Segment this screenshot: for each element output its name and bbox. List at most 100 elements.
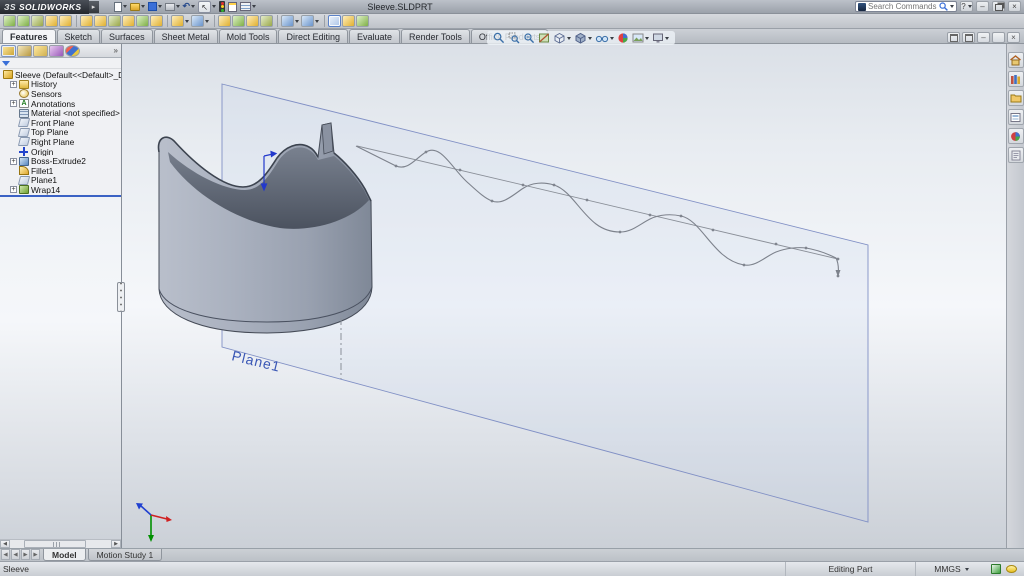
window-icon-1[interactable]	[947, 32, 960, 43]
panel-splitter-handle[interactable]	[117, 282, 125, 312]
fillet-icon[interactable]	[171, 15, 184, 27]
tab-direct-editing[interactable]: Direct Editing	[278, 29, 348, 43]
print-icon[interactable]	[164, 0, 181, 13]
tab-motion-study-1[interactable]: Motion Study 1	[88, 549, 163, 561]
minimize-button[interactable]: –	[976, 1, 989, 12]
linear-pattern-icon[interactable]	[191, 15, 204, 27]
file-explorer-icon[interactable]	[1008, 90, 1024, 106]
tab-sheet-metal[interactable]: Sheet Metal	[154, 29, 218, 43]
boundary-boss-base-icon[interactable]	[59, 15, 72, 27]
file-properties-icon[interactable]	[227, 0, 238, 13]
expand-icon[interactable]: +	[10, 158, 17, 165]
next-tab-icon[interactable]: ▶	[21, 549, 30, 560]
prev-tab-icon[interactable]: ◀	[11, 549, 20, 560]
tab-features[interactable]: Features	[2, 29, 56, 43]
tree-item-origin[interactable]: Origin	[0, 147, 121, 157]
search-commands-box[interactable]	[855, 1, 957, 12]
zoom-to-area-icon[interactable]	[507, 32, 521, 44]
shell-icon[interactable]	[246, 15, 259, 27]
tree-item-front-plane[interactable]: Front Plane	[0, 118, 121, 128]
search-icon[interactable]	[939, 2, 948, 11]
curves-icon[interactable]	[301, 15, 314, 27]
select-icon[interactable]: ↖	[197, 0, 217, 13]
lofted-cut-icon[interactable]	[136, 15, 149, 27]
menu-flyout-arrow-icon[interactable]: ▸	[89, 1, 99, 13]
edit-appearance-icon[interactable]	[616, 32, 630, 44]
tab-evaluate[interactable]: Evaluate	[349, 29, 400, 43]
draft-icon[interactable]	[232, 15, 245, 27]
tree-item-sensors[interactable]: Sensors	[0, 89, 121, 99]
doc-restore-icon[interactable]	[992, 32, 1005, 43]
display-style-icon[interactable]	[573, 32, 593, 44]
expand-icon[interactable]: +	[10, 81, 17, 88]
tree-item-plane1[interactable]: Plane1	[0, 176, 121, 186]
instant3d-icon[interactable]	[328, 15, 341, 27]
expand-icon[interactable]: +	[10, 100, 17, 107]
tag-icon[interactable]	[991, 564, 1001, 574]
help-button[interactable]: ?	[960, 1, 973, 12]
scroll-right-icon[interactable]: ▶	[111, 540, 121, 548]
window-icon-2[interactable]	[962, 32, 975, 43]
extruded-cut-icon[interactable]	[80, 15, 93, 27]
tab-surfaces[interactable]: Surfaces	[101, 29, 153, 43]
zoom-to-fit-icon[interactable]	[492, 32, 506, 44]
tree-item-fillet1[interactable]: Fillet1	[0, 166, 121, 176]
quick-tips-icon[interactable]	[1006, 565, 1017, 573]
tab-sketch[interactable]: Sketch	[57, 29, 101, 43]
revolved-boss-base-icon[interactable]	[17, 15, 30, 27]
graphics-viewport[interactable]: Plane1	[122, 44, 1006, 548]
lofted-boss-base-icon[interactable]	[45, 15, 58, 27]
reference-geometry-icon[interactable]	[281, 15, 294, 27]
tree-item-right-plane[interactable]: Right Plane	[0, 137, 121, 147]
options-icon[interactable]	[239, 0, 257, 13]
tool-22-icon[interactable]	[356, 15, 369, 27]
search-input[interactable]	[868, 2, 937, 11]
tree-item-boss-extrude2[interactable]: +Boss-Extrude2	[0, 156, 121, 166]
magnified-selection-icon[interactable]	[522, 32, 536, 44]
configurationmanager-icon[interactable]	[33, 45, 48, 57]
tab-mold-tools[interactable]: Mold Tools	[219, 29, 278, 43]
swept-cut-icon[interactable]	[122, 15, 135, 27]
view-orientation-icon[interactable]	[552, 32, 572, 44]
open-icon[interactable]	[129, 0, 146, 13]
view-settings-icon[interactable]	[651, 32, 670, 44]
scrollbar-thumb[interactable]	[24, 540, 86, 548]
tree-item-history[interactable]: +History	[0, 80, 121, 90]
scrollbar-track[interactable]	[10, 540, 111, 548]
filter-icon[interactable]	[2, 61, 10, 66]
new-document-icon[interactable]	[113, 0, 128, 13]
extruded-boss-base-icon[interactable]	[3, 15, 16, 27]
save-icon[interactable]	[147, 0, 163, 13]
hide-show-items-icon[interactable]	[594, 32, 615, 44]
dimxpertmanager-icon[interactable]	[49, 45, 64, 57]
undo-icon[interactable]: ↶	[182, 0, 197, 13]
design-library-icon[interactable]	[1008, 71, 1024, 87]
tool-21-icon[interactable]	[342, 15, 355, 27]
first-tab-icon[interactable]: ◀	[1, 549, 10, 560]
featuremanager-design-tree-icon[interactable]	[1, 45, 16, 57]
displaymanager-icon[interactable]	[65, 45, 80, 57]
section-view-icon[interactable]	[537, 32, 551, 44]
rebuild-icon[interactable]	[218, 0, 226, 13]
swept-boss-base-icon[interactable]	[31, 15, 44, 27]
last-tab-icon[interactable]: ▶	[31, 549, 40, 560]
view-palette-icon[interactable]	[1008, 109, 1024, 125]
tab-model[interactable]: Model	[43, 549, 86, 561]
search-dropdown-icon[interactable]	[950, 5, 954, 8]
tree-item-annotations[interactable]: +AAnnotations	[0, 99, 121, 109]
expand-icon[interactable]: +	[10, 186, 17, 193]
doc-minimize-icon[interactable]: –	[977, 32, 990, 43]
apply-scene-icon[interactable]	[631, 32, 650, 44]
propertymanager-icon[interactable]	[17, 45, 32, 57]
panel-tabs-overflow[interactable]: »	[114, 46, 121, 55]
tree-item-wrap14[interactable]: +Wrap14	[0, 185, 121, 195]
rib-icon[interactable]	[218, 15, 231, 27]
solidworks-resources-icon[interactable]	[1008, 52, 1024, 68]
panel-horizontal-scrollbar[interactable]: ◀ ▶	[0, 539, 121, 548]
restore-button[interactable]	[992, 1, 1005, 12]
tree-item-part[interactable]: Sleeve (Default<<Default>_Display Sta	[0, 70, 121, 80]
revolved-cut-icon[interactable]	[108, 15, 121, 27]
hole-wizard-icon[interactable]	[94, 15, 107, 27]
close-button[interactable]: ×	[1008, 1, 1021, 12]
tree-item-top-plane[interactable]: Top Plane	[0, 128, 121, 138]
